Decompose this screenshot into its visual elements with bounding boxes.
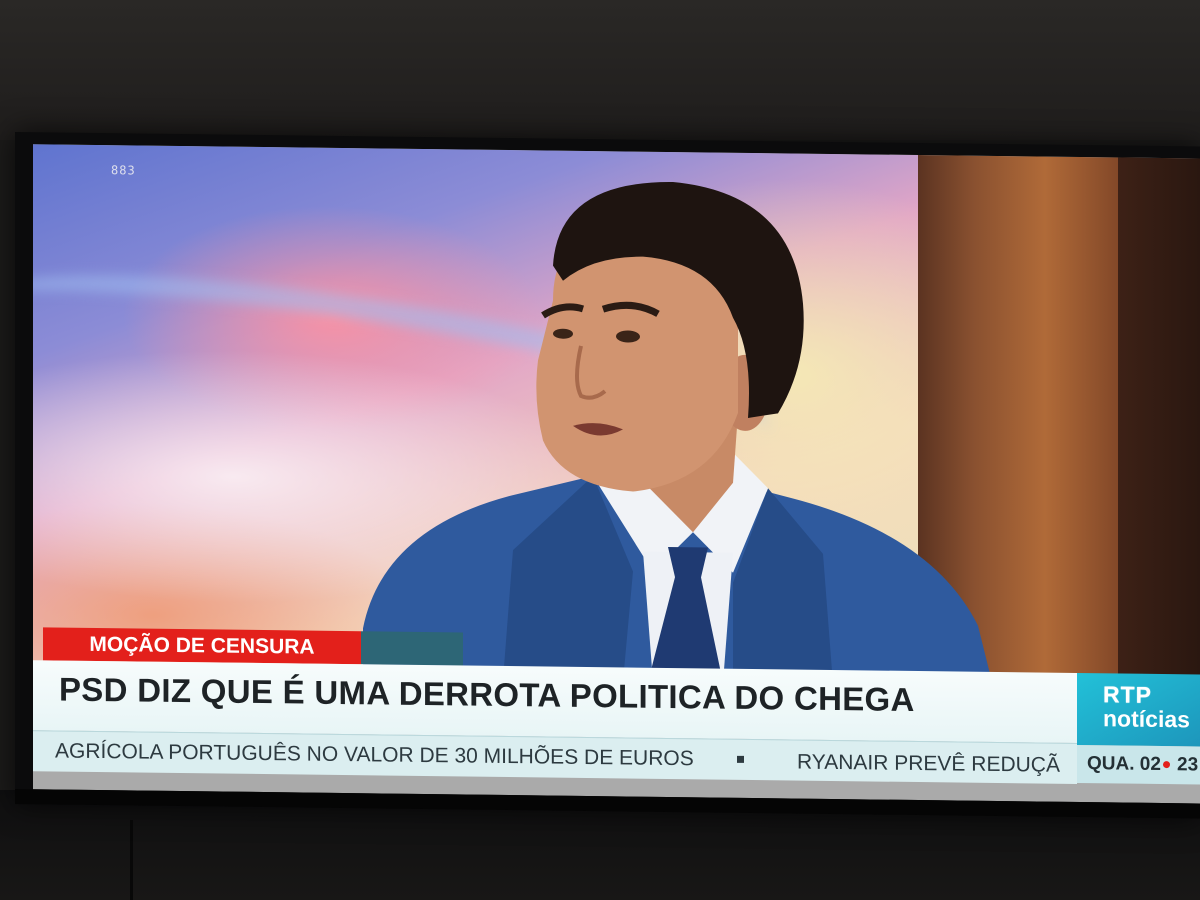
date-label: QUA. 02: [1087, 753, 1161, 776]
ticker-separator: [737, 755, 744, 763]
topic-tag-bar: MOÇÃO DE CENSURA: [43, 627, 361, 665]
date-time-box: QUA. 02 23: [1077, 744, 1200, 785]
ticker-item: AGRÍCOLA PORTUGUÊS NO VALOR DE 30 MILHÕE…: [55, 739, 694, 771]
headline-text: PSD DIZ QUE É UMA DERROTA POLITICA DO CH…: [59, 670, 915, 718]
topic-label: MOÇÃO DE CENSURA: [89, 632, 315, 659]
logo-noticias-text: notícias: [1103, 705, 1190, 733]
topic-tag-extension: [361, 631, 463, 666]
channel-logo: RTP notícias: [1077, 672, 1200, 747]
time-label: 23: [1177, 754, 1199, 776]
ticker-item: RYANAIR PREVÊ REDUÇÃ: [797, 750, 1060, 777]
live-dot-icon: [1163, 761, 1170, 769]
speaker-figure: [363, 182, 993, 686]
tv-screen: 883 MOÇÃO DE CENSURA PSD DIZ QUE É UMA D…: [33, 144, 1200, 804]
news-lower-third: MOÇÃO DE CENSURA PSD DIZ QUE É UMA DERRO…: [33, 622, 1200, 803]
tv-set: 883 MOÇÃO DE CENSURA PSD DIZ QUE É UMA D…: [15, 132, 1200, 819]
room-wall-top: [0, 0, 1200, 140]
headline-bar: PSD DIZ QUE É UMA DERROTA POLITICA DO CH…: [33, 660, 1077, 743]
power-cable: [130, 820, 133, 900]
